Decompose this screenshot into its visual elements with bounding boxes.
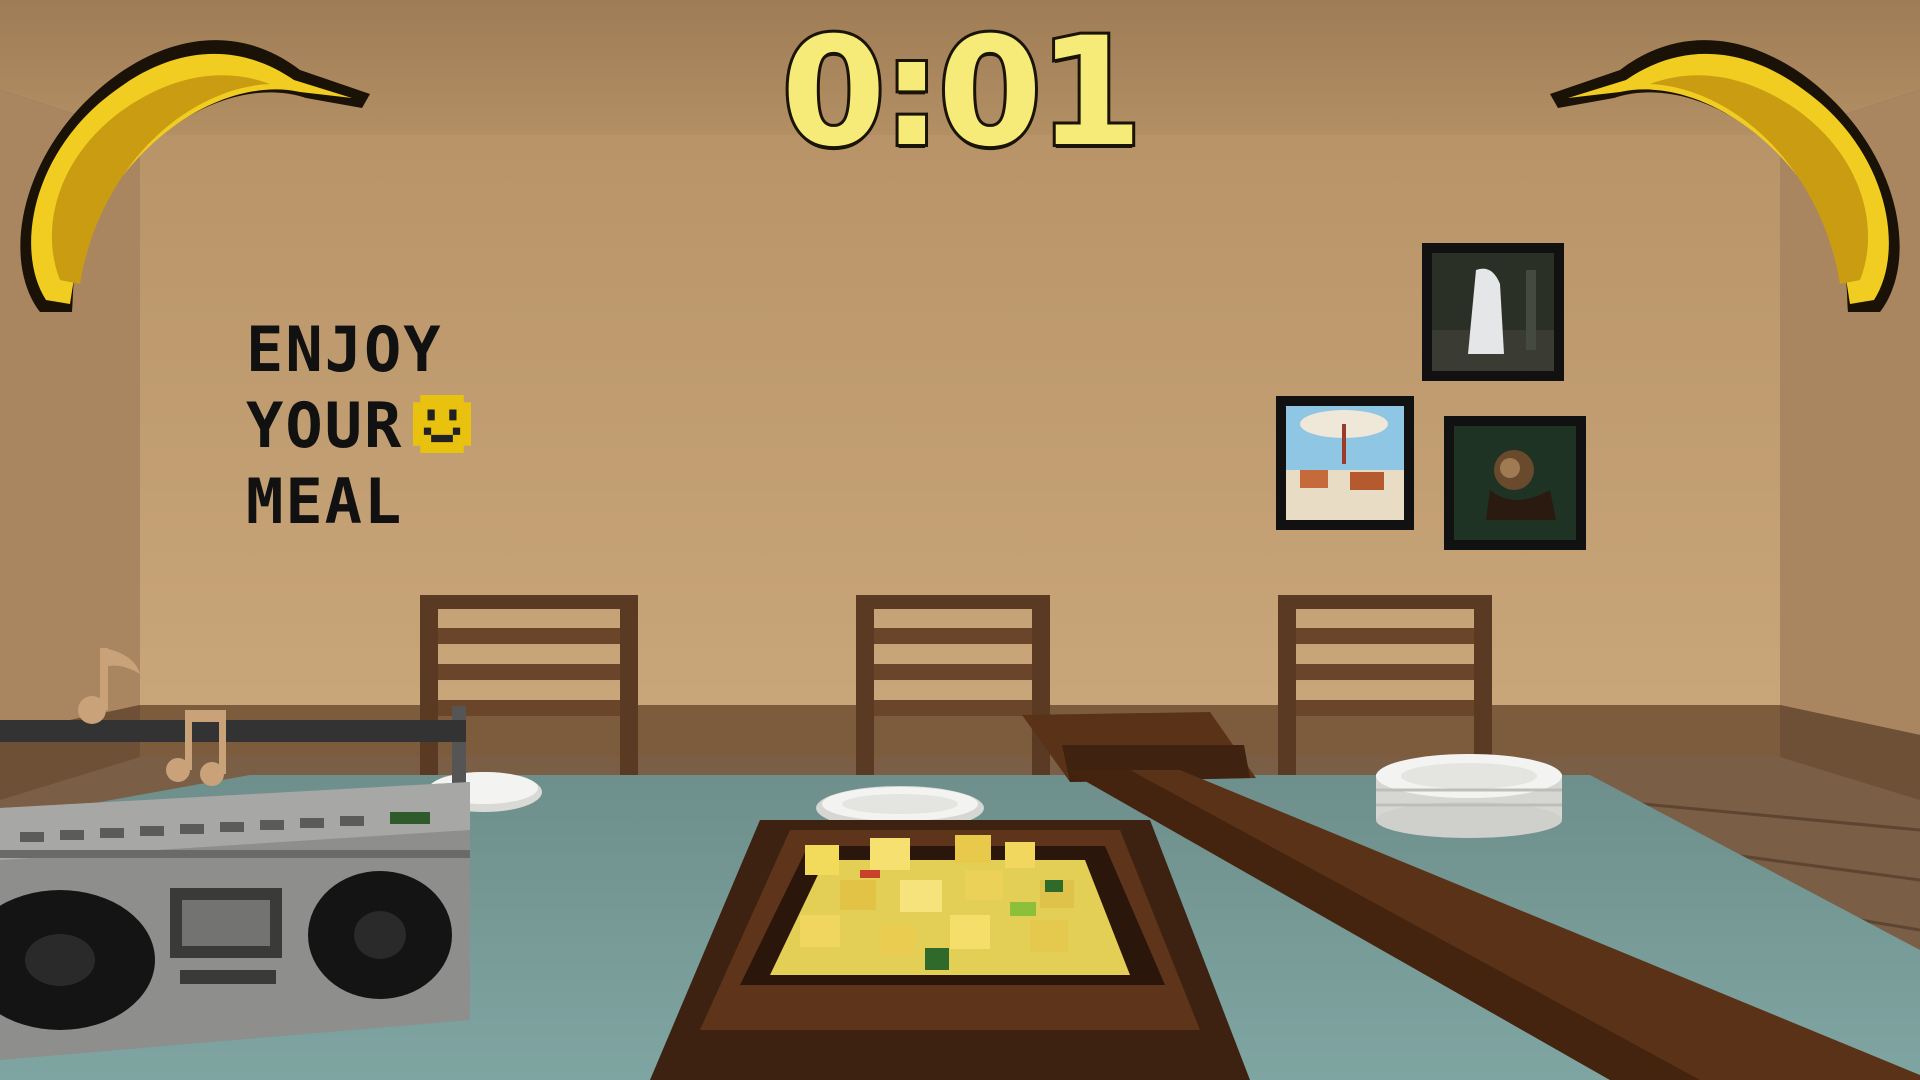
wall-sign: ENJOY YOUR MEAL bbox=[246, 312, 472, 540]
elapsed-timer: 0:01 bbox=[778, 6, 1145, 180]
picture-frame-ghost bbox=[1422, 243, 1564, 381]
picture-frame-beach bbox=[1276, 396, 1414, 530]
picture-frame-monkey bbox=[1444, 416, 1586, 550]
smiley-face-icon bbox=[413, 395, 472, 453]
sign-line-2: YOUR bbox=[246, 389, 404, 462]
plate-stack-right bbox=[1376, 754, 1562, 838]
sign-line-1: ENJOY bbox=[246, 313, 443, 386]
sign-line-3: MEAL bbox=[246, 465, 404, 538]
sign-line-2-wrap: YOUR bbox=[246, 388, 472, 464]
